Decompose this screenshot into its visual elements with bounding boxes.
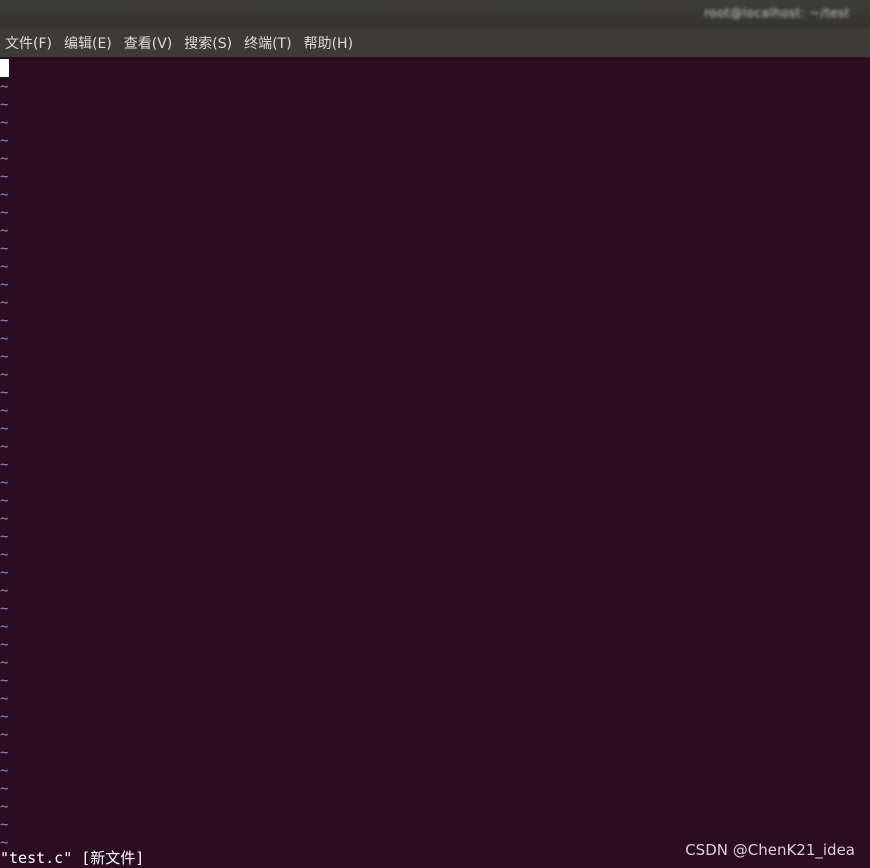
tilde-line: ~ — [0, 601, 9, 617]
terminal-area[interactable]: ~ ~ ~ ~ ~ ~ ~ ~ ~ ~ ~ ~ ~ ~ ~ ~ ~ ~ ~ ~ ~ ~ ~ ~ ~ ~ ~ ~ ~ ~ ~ ~ ~ ~ ~ ~ ~ ~ ~ ~… — [0, 57, 870, 868]
tilde-line: ~ — [0, 619, 9, 635]
menu-file[interactable]: 文件(F) — [5, 33, 52, 53]
tilde-line: ~ — [0, 565, 9, 581]
tilde-line: ~ — [0, 79, 9, 95]
tilde-line: ~ — [0, 457, 9, 473]
terminal-window: root@localhost: ~/test 文件(F) 编辑(E) 查看(V)… — [0, 0, 870, 868]
vim-status-line: "test.c" [新文件] — [0, 849, 145, 867]
tilde-line: ~ — [0, 259, 9, 275]
tilde-line: ~ — [0, 241, 9, 257]
tilde-line: ~ — [0, 745, 9, 761]
tilde-line: ~ — [0, 637, 9, 653]
tilde-line: ~ — [0, 169, 9, 185]
tilde-line: ~ — [0, 295, 9, 311]
menu-edit[interactable]: 编辑(E) — [64, 33, 112, 53]
window-title: root@localhost: ~/test — [704, 6, 850, 20]
tilde-line: ~ — [0, 205, 9, 221]
tilde-line: ~ — [0, 187, 9, 203]
menu-search[interactable]: 搜索(S) — [184, 33, 232, 53]
tilde-line: ~ — [0, 817, 9, 833]
tilde-line: ~ — [0, 367, 9, 383]
tilde-line: ~ — [0, 799, 9, 815]
tilde-line: ~ — [0, 385, 9, 401]
tilde-line: ~ — [0, 781, 9, 797]
tilde-line: ~ — [0, 655, 9, 671]
tilde-line: ~ — [0, 151, 9, 167]
tilde-line: ~ — [0, 97, 9, 113]
tilde-line: ~ — [0, 709, 9, 725]
tilde-line: ~ — [0, 763, 9, 779]
tilde-line: ~ — [0, 349, 9, 365]
watermark: CSDN @ChenK21_idea — [685, 841, 855, 859]
tilde-line: ~ — [0, 223, 9, 239]
menu-help[interactable]: 帮助(H) — [304, 33, 353, 53]
tilde-line: ~ — [0, 421, 9, 437]
tilde-line: ~ — [0, 475, 9, 491]
tilde-line: ~ — [0, 727, 9, 743]
tilde-line: ~ — [0, 511, 9, 527]
tilde-line: ~ — [0, 547, 9, 563]
text-cursor — [0, 59, 9, 77]
tilde-line: ~ — [0, 529, 9, 545]
tilde-line: ~ — [0, 277, 9, 293]
tilde-line: ~ — [0, 493, 9, 509]
tilde-line: ~ — [0, 313, 9, 329]
tilde-line: ~ — [0, 691, 9, 707]
empty-line-markers: ~ ~ ~ ~ ~ ~ ~ ~ ~ ~ ~ ~ ~ ~ ~ ~ ~ ~ ~ ~ ~ ~ ~ ~ ~ ~ ~ ~ ~ ~ ~ ~ ~ ~ ~ ~ ~ ~ ~ ~… — [0, 78, 20, 852]
tilde-line: ~ — [0, 133, 9, 149]
menu-view[interactable]: 查看(V) — [124, 33, 173, 53]
menu-bar: 文件(F) 编辑(E) 查看(V) 搜索(S) 终端(T) 帮助(H) — [0, 28, 870, 57]
tilde-line: ~ — [0, 439, 9, 455]
menu-terminal[interactable]: 终端(T) — [244, 33, 291, 53]
title-bar: root@localhost: ~/test — [0, 0, 870, 28]
tilde-line: ~ — [0, 331, 9, 347]
tilde-line: ~ — [0, 583, 9, 599]
tilde-line: ~ — [0, 673, 9, 689]
tilde-line: ~ — [0, 115, 9, 131]
tilde-line: ~ — [0, 403, 9, 419]
